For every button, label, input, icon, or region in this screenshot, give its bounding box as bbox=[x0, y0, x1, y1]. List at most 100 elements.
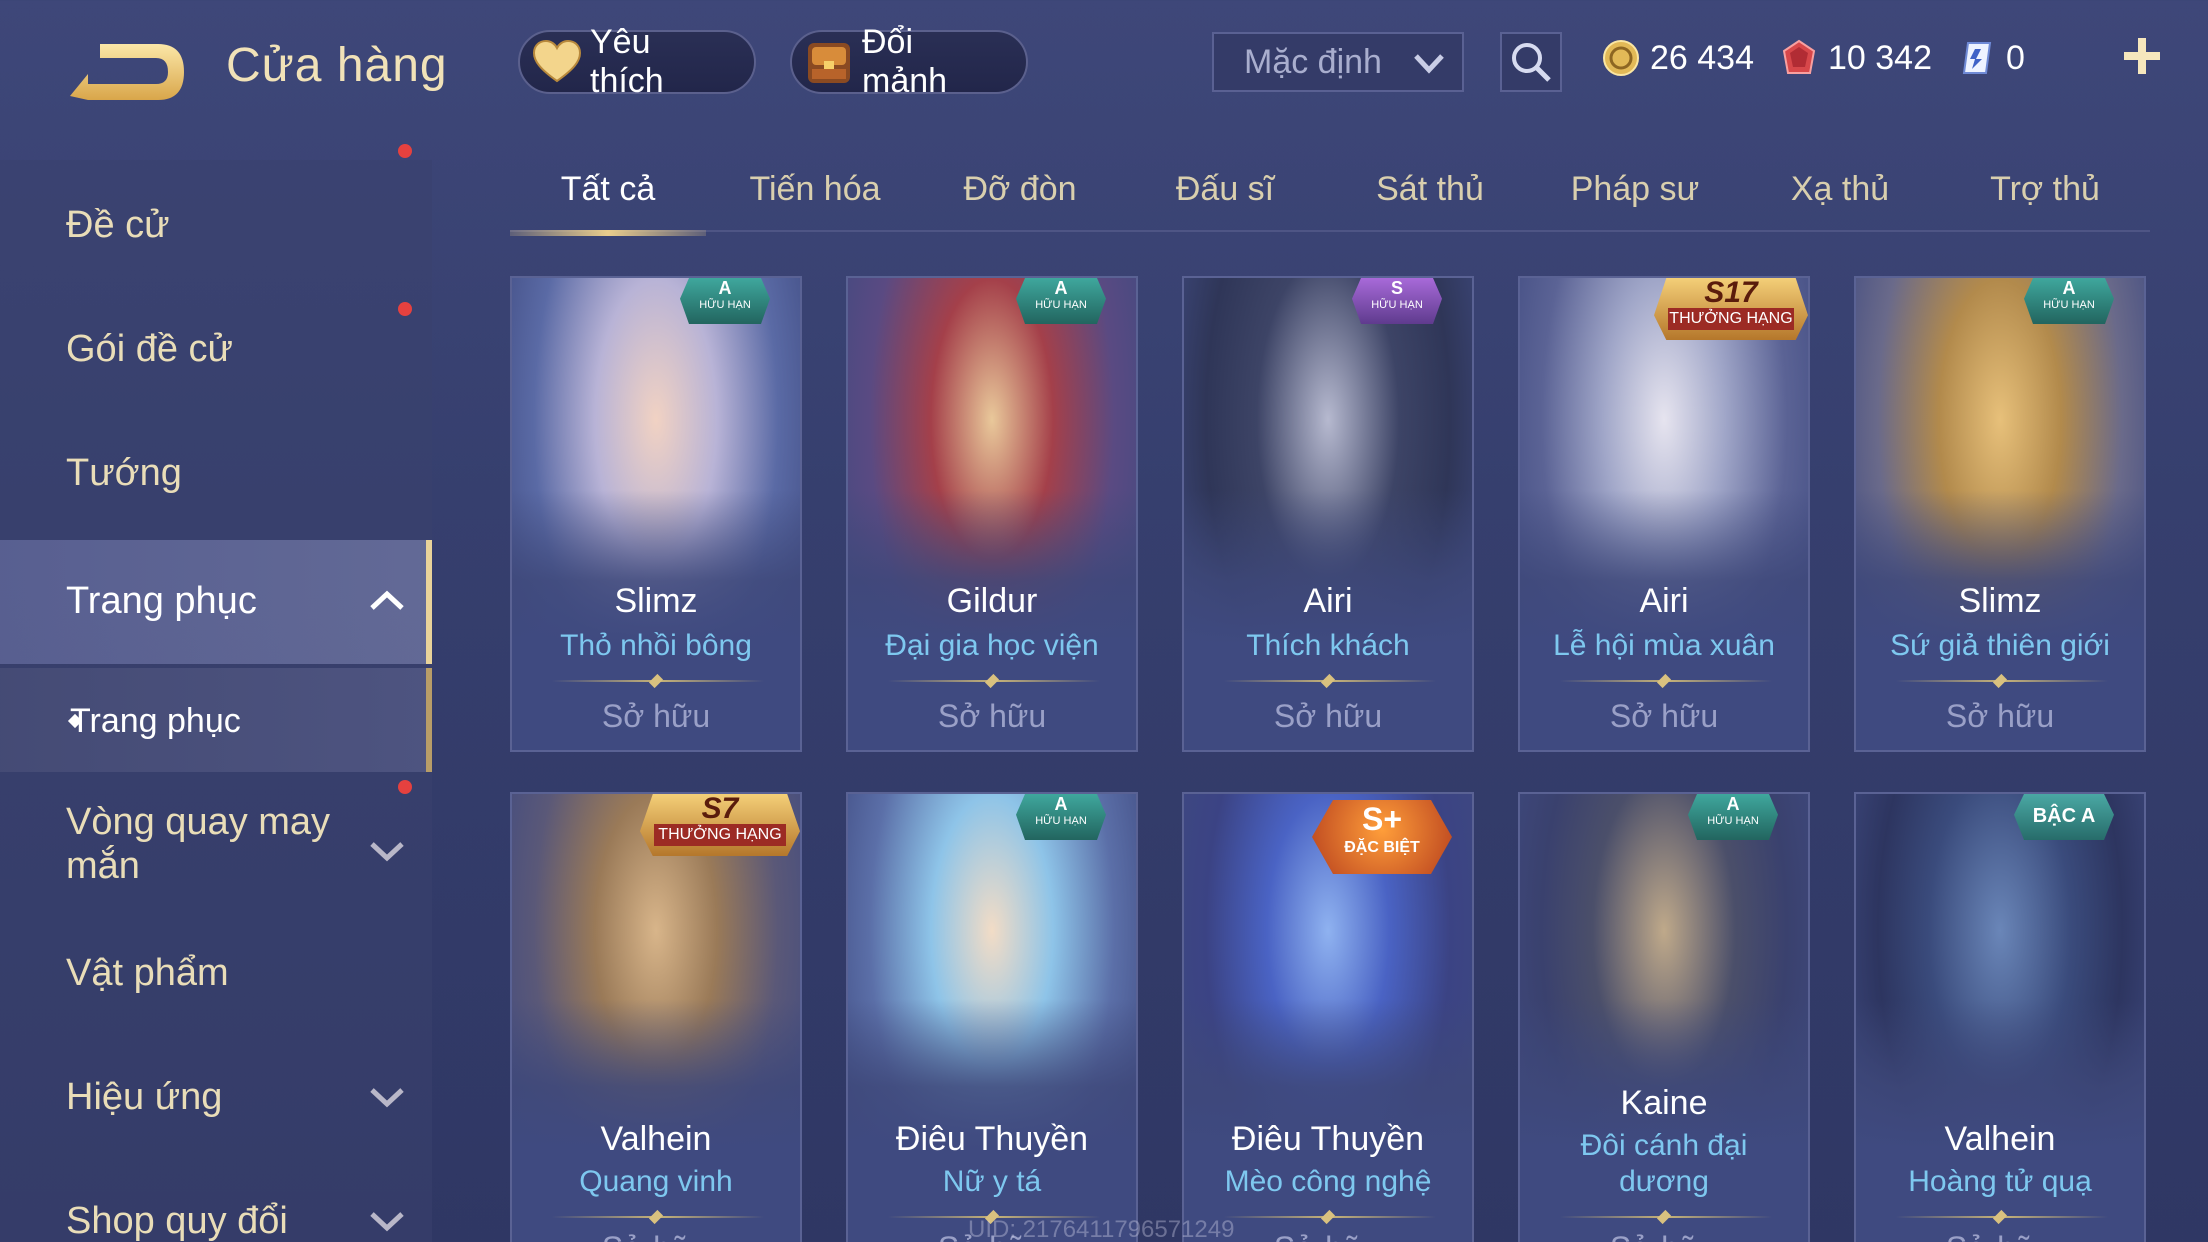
card-divider bbox=[1896, 680, 2108, 682]
hero-name: Valhein bbox=[1944, 1120, 2056, 1158]
skin-card[interactable]: S7THƯỞNG HẠNG Valhein Quang vinh Sở hữu bbox=[510, 792, 802, 1242]
skin-name: Lễ hội mùa xuân bbox=[1553, 629, 1775, 662]
ruby-gem-icon bbox=[1782, 39, 1816, 74]
gem-amount: 10 342 bbox=[1828, 38, 1932, 77]
tab-marksman[interactable]: Xạ thủ bbox=[1740, 170, 1940, 230]
skin-card[interactable]: S17 THƯỞNG HẠNG Airi Lễ hội mùa xuân Sở h… bbox=[1518, 276, 1810, 752]
sidebar-item-label: Gói đề cử bbox=[66, 328, 233, 370]
sidebar-item-skins[interactable]: Trang phục bbox=[0, 540, 432, 664]
back-button[interactable] bbox=[60, 30, 190, 110]
active-tab-indicator bbox=[510, 230, 706, 236]
tab-all[interactable]: Tất cả bbox=[510, 170, 706, 236]
sidebar-item-exchange-shop[interactable]: Shop quy đổi bbox=[0, 1164, 432, 1242]
skin-card[interactable]: AHỮU HẠN Kaine Đôi cánh đại dương Sở hữu bbox=[1518, 792, 1810, 1242]
hero-name: Airi bbox=[1303, 582, 1353, 620]
hero-name: Gildur bbox=[946, 582, 1038, 620]
chevron-up-icon bbox=[370, 590, 404, 610]
sidebar-item-featured[interactable]: Đề cử bbox=[0, 160, 432, 284]
skin-name: Sứ giả thiên giới bbox=[1890, 629, 2110, 662]
heart-icon bbox=[530, 35, 584, 89]
sidebar-item-label: Shop quy đổi bbox=[66, 1200, 288, 1242]
ownership-status: Sở hữu bbox=[1609, 698, 1719, 734]
sidebar-item-heroes[interactable]: Tướng bbox=[0, 408, 432, 532]
rarity-badge: A HỮU HẠN bbox=[1688, 794, 1778, 840]
sidebar-item-items[interactable]: Vật phẩm bbox=[0, 916, 432, 1040]
hero-name: Điêu Thuyền bbox=[895, 1120, 1089, 1158]
skin-card[interactable]: BẬC A Valhein Hoàng tử quạ Sở hữu bbox=[1854, 792, 2146, 1242]
tab-label: Trợ thủ bbox=[1990, 170, 2100, 208]
card-divider bbox=[552, 1216, 764, 1218]
tab-evolution[interactable]: Tiến hóa bbox=[715, 170, 915, 230]
rank-reward-badge: S17 THƯỞNG HẠNG bbox=[1654, 278, 1808, 340]
sidebar-subitem-skins[interactable]: Trang phục bbox=[0, 668, 432, 772]
hero-name: Slimz bbox=[1958, 582, 2042, 620]
rarity-badge: A HỮU HẠN bbox=[1016, 278, 1106, 324]
card-divider bbox=[1560, 680, 1772, 682]
skin-name: Thỏ nhồi bông bbox=[560, 629, 752, 662]
gold-amount: 26 434 bbox=[1650, 38, 1754, 77]
tab-label: Tiến hóa bbox=[749, 170, 881, 208]
sidebar-item-featured-packs[interactable]: Gói đề cử bbox=[0, 144, 432, 408]
skin-card[interactable]: S+ĐẶC BIỆT Điêu Thuyền Mèo công nghệ Sở … bbox=[1182, 792, 1474, 1242]
card-divider bbox=[1224, 1216, 1436, 1218]
skin-name: Thích khách bbox=[1246, 629, 1410, 662]
skin-name: Quang vinh bbox=[579, 1165, 733, 1198]
rarity-badge: A HỮU HẠN bbox=[1016, 794, 1106, 840]
hero-name: Điêu Thuyền bbox=[1231, 1120, 1425, 1158]
card-divider bbox=[552, 680, 764, 682]
tab-assassin[interactable]: Sát thủ bbox=[1330, 170, 1530, 230]
sort-value: Mặc định bbox=[1244, 42, 1382, 81]
ownership-status: Sở hữu bbox=[1945, 698, 2055, 734]
ownership-status: Sở hữu bbox=[1520, 1230, 1808, 1242]
rank-reward-badge: S7 THƯỞNG HẠNG bbox=[640, 794, 800, 856]
special-rarity-badge: S+ ĐẶC BIỆT bbox=[1312, 800, 1452, 874]
hero-name: Airi bbox=[1639, 582, 1689, 620]
skin-name: Đại gia học viện bbox=[885, 629, 1099, 662]
ownership-status: Sở hữu bbox=[1856, 1230, 2144, 1242]
ownership-status: Sở hữu bbox=[937, 698, 1047, 734]
chevron-down-icon bbox=[370, 1212, 404, 1232]
ownership-status: Sở hữu bbox=[601, 698, 711, 734]
favorites-button[interactable]: Yêu thích bbox=[518, 23, 756, 100]
tab-support[interactable]: Trợ thủ bbox=[1945, 170, 2145, 230]
skin-card[interactable]: A HỮU HẠN Slimz Thỏ nhồi bông Sở hữu bbox=[510, 276, 802, 752]
skin-name: Mèo công nghệ bbox=[1224, 1165, 1432, 1198]
sidebar-item-label: Đề cử bbox=[66, 204, 170, 246]
skin-card[interactable]: A HỮU HẠN Slimz Sứ giả thiên giới Sở hữu bbox=[1854, 276, 2146, 752]
skin-card[interactable]: A HỮU HẠN Gildur Đại gia học viện Sở hữu bbox=[846, 276, 1138, 752]
category-tabs: Tất cả Tiến hóa Đỡ đòn Đấu sĩ Sát thủ Ph… bbox=[510, 160, 2150, 236]
tab-tank[interactable]: Đỡ đòn bbox=[920, 170, 1120, 230]
user-id-watermark: UID: 2176411796571249 bbox=[968, 1216, 1235, 1242]
skin-card[interactable]: S HỮU HẠN Airi Thích khách Sở hữu bbox=[1182, 276, 1474, 752]
skin-name: Hoàng tử quạ bbox=[1908, 1165, 2092, 1198]
tab-label: Đỡ đòn bbox=[963, 170, 1077, 208]
rarity-badge: BẬC A bbox=[2014, 794, 2114, 840]
add-currency-button[interactable] bbox=[2118, 32, 2166, 80]
tab-label: Tất cả bbox=[560, 170, 656, 208]
card-divider bbox=[1560, 1216, 1772, 1218]
sidebar: Đề cử Gói đề cử Tướng Trang phục Trang p… bbox=[0, 144, 432, 1242]
tab-mage[interactable]: Pháp sư bbox=[1535, 170, 1735, 230]
sort-dropdown[interactable]: Mặc định bbox=[1212, 32, 1464, 92]
tab-fighter[interactable]: Đấu sĩ bbox=[1125, 170, 1325, 230]
voucher-icon bbox=[1962, 42, 1992, 74]
sidebar-item-lucky-wheel[interactable]: Vòng quay may mắn bbox=[0, 780, 432, 916]
rarity-badge: A HỮU HẠN bbox=[680, 278, 770, 324]
treasure-chest-icon bbox=[802, 35, 856, 89]
exchange-fragments-label: Đổi mảnh bbox=[862, 23, 948, 100]
exchange-fragments-button[interactable]: Đổi mảnh bbox=[790, 23, 1028, 100]
rarity-badge: S HỮU HẠN bbox=[1352, 278, 1442, 324]
chevron-down-icon bbox=[1414, 54, 1444, 74]
search-icon bbox=[1512, 43, 1551, 82]
sidebar-item-label: Tướng bbox=[66, 452, 182, 494]
card-divider bbox=[1896, 1216, 2108, 1218]
notification-dot bbox=[398, 780, 412, 794]
sidebar-item-label: Trang phục bbox=[66, 580, 257, 622]
skin-card[interactable]: AHỮU HẠN Điêu Thuyền Nữ y tá Sở hữu bbox=[846, 792, 1138, 1242]
sidebar-item-effects[interactable]: Hiệu ứng bbox=[0, 1040, 432, 1164]
card-divider bbox=[1224, 680, 1436, 682]
search-button[interactable] bbox=[1500, 32, 1562, 92]
back-arrow-icon bbox=[70, 44, 184, 100]
notification-dot bbox=[398, 302, 412, 316]
tab-label: Xạ thủ bbox=[1790, 170, 1890, 208]
